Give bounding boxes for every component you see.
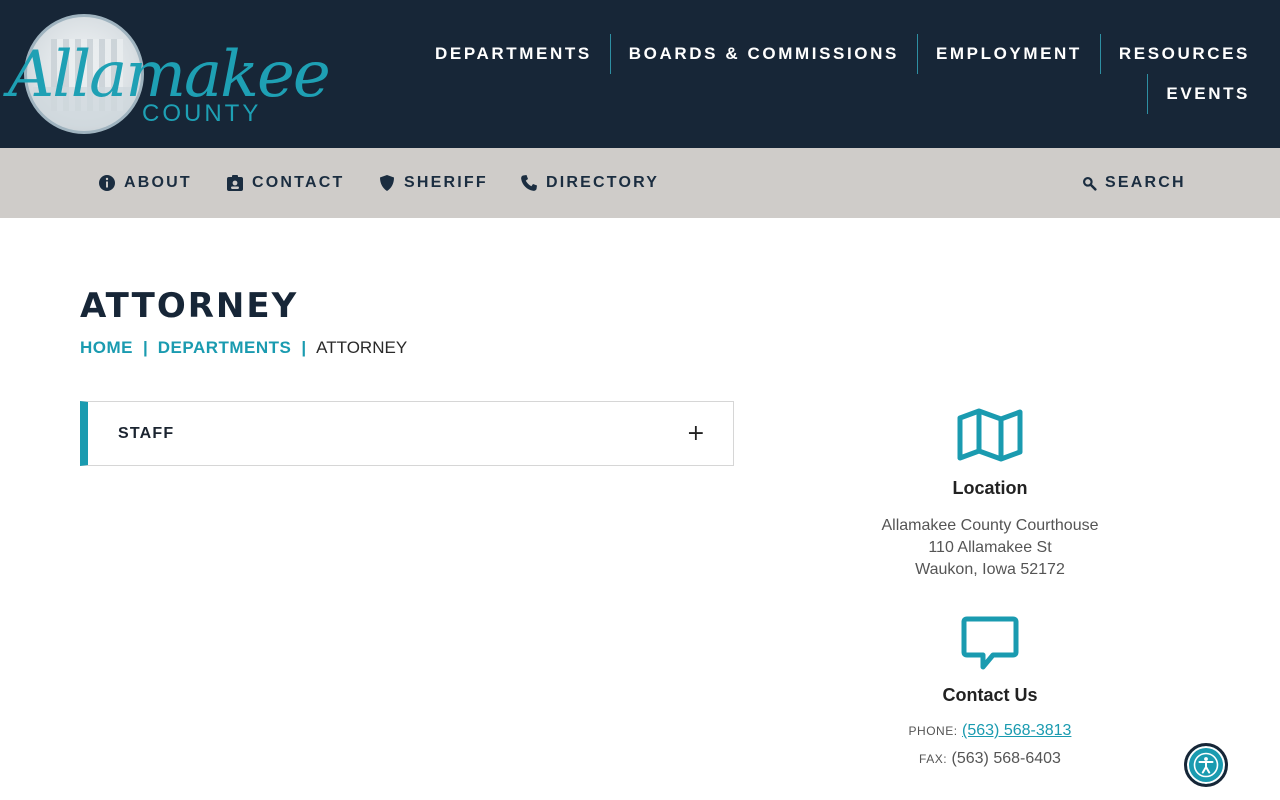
fax-line: FAX: (563) 568-6403 — [840, 750, 1140, 768]
subnav-about-label: ABOUT — [124, 174, 192, 191]
subnav-search-label: SEARCH — [1105, 174, 1186, 191]
fax-number: (563) 568-6403 — [951, 750, 1061, 767]
contact-heading: Contact Us — [942, 685, 1038, 705]
fax-label: FAX: — [919, 752, 948, 766]
address-line-2: 110 Allamakee St — [928, 539, 1052, 556]
subnav-directory-label: DIRECTORY — [546, 174, 660, 191]
subnav-sheriff[interactable]: SHERIFF — [378, 148, 488, 218]
address-line-1: Allamakee County Courthouse — [881, 517, 1099, 534]
secondary-nav-bar: ABOUT CONTACT SHERIFF DIRECTORY SEARCH — [0, 148, 1280, 218]
subnav-contact-label: CONTACT — [252, 174, 345, 191]
subnav-contact[interactable]: CONTACT — [226, 148, 344, 218]
shield-icon — [380, 175, 394, 191]
main-nav-row-2: EVENTS — [400, 74, 1260, 114]
phone-label: PHONE: — [908, 724, 958, 738]
subnav-directory[interactable]: DIRECTORY — [520, 148, 659, 218]
site-header: Allamakee COUNTY DEPARTMENTS BOARDS & CO… — [0, 0, 1280, 148]
chat-bubble-icon — [961, 616, 1019, 670]
breadcrumb-separator: | — [301, 338, 307, 357]
breadcrumb-current: ATTORNEY — [316, 338, 408, 357]
map-icon — [957, 408, 1023, 462]
page-title: ATTORNEY — [80, 286, 299, 326]
logo-subtitle: COUNTY — [142, 100, 262, 127]
search-icon — [1083, 176, 1097, 191]
phone-link[interactable]: (563) 568-3813 — [962, 722, 1071, 739]
info-circle-icon — [99, 175, 115, 191]
staff-accordion[interactable]: STAFF + — [80, 401, 734, 466]
accessibility-button[interactable] — [1184, 743, 1228, 787]
breadcrumb-separator: | — [143, 338, 148, 357]
breadcrumb-home[interactable]: HOME — [80, 338, 133, 358]
county-logo[interactable]: Allamakee COUNTY — [8, 12, 331, 136]
nav-item-employment[interactable]: EMPLOYMENT — [916, 34, 1100, 74]
subnav-search[interactable]: SEARCH — [1082, 148, 1186, 218]
subnav-sheriff-label: SHERIFF — [404, 174, 488, 191]
nav-item-events[interactable]: EVENTS — [1147, 74, 1260, 114]
main-nav-row-1: DEPARTMENTS BOARDS & COMMISSIONS EMPLOYM… — [400, 34, 1260, 74]
phone-icon — [521, 175, 537, 191]
breadcrumb: HOME | DEPARTMENTS | ATTORNEY — [80, 338, 407, 358]
location-heading: Location — [952, 478, 1028, 498]
id-badge-icon — [227, 175, 243, 191]
location-block: Location Allamakee County Courthouse 110… — [840, 408, 1140, 581]
breadcrumb-departments[interactable]: DEPARTMENTS — [158, 338, 292, 358]
accordion-label: STAFF — [118, 424, 175, 442]
expand-plus-icon[interactable]: + — [687, 422, 705, 445]
phone-line: PHONE: (563) 568-3813 — [840, 722, 1140, 740]
address-line-3: Waukon, Iowa 52172 — [915, 561, 1065, 578]
subnav-about[interactable]: ABOUT — [98, 148, 192, 218]
accessibility-icon — [1193, 752, 1219, 778]
nav-item-boards-commissions[interactable]: BOARDS & COMMISSIONS — [609, 34, 917, 74]
nav-item-departments[interactable]: DEPARTMENTS — [417, 34, 610, 74]
nav-item-resources[interactable]: RESOURCES — [1099, 34, 1260, 74]
contact-block: Contact Us PHONE: (563) 568-3813 FAX: (5… — [840, 615, 1140, 768]
main-navigation: DEPARTMENTS BOARDS & COMMISSIONS EMPLOYM… — [400, 34, 1260, 114]
